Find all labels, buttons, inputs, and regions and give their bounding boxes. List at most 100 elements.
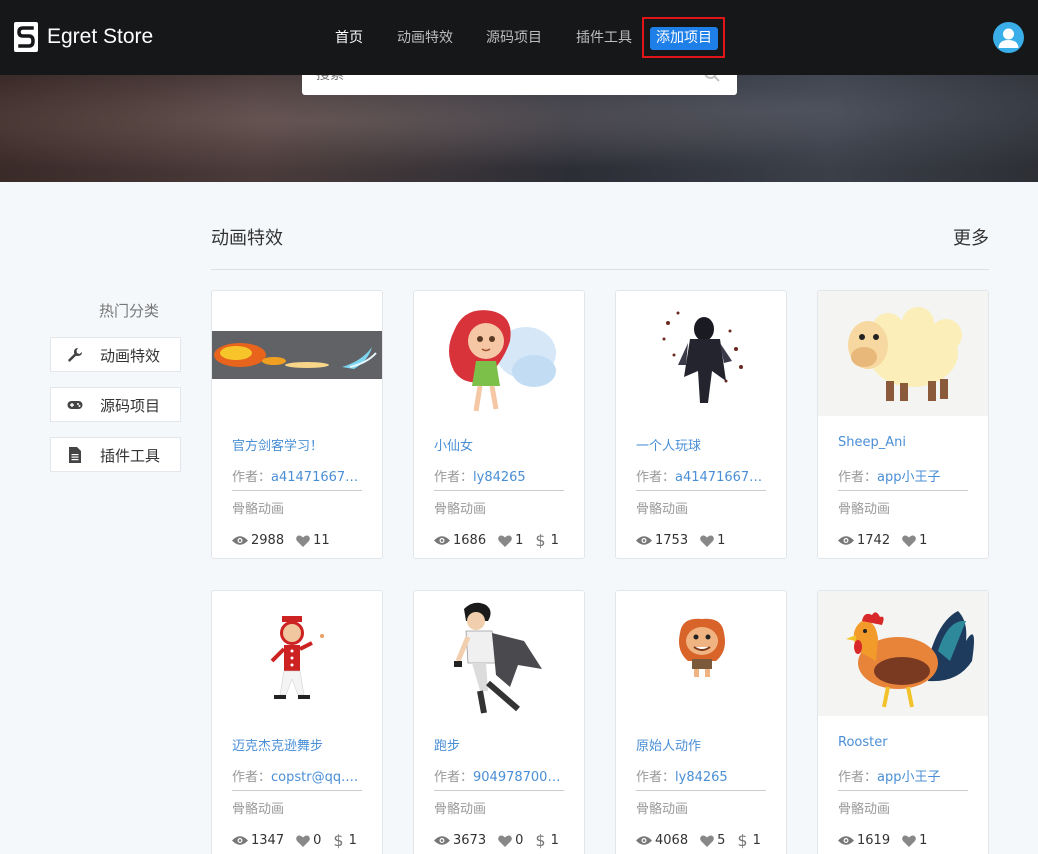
card-category: 骨骼动画	[838, 502, 891, 517]
views-count: 2988	[251, 533, 285, 548]
more-link[interactable]: 更多	[953, 224, 989, 250]
heart-icon	[498, 535, 512, 547]
nav-source-projects[interactable]: 源码项目	[486, 27, 542, 47]
project-card[interactable]: 原始人动作 作者：ly84265 骨骼动画 4068 5 $ 1	[615, 590, 787, 854]
heart-icon	[296, 535, 310, 547]
card-divider	[434, 490, 564, 491]
card-category: 骨骼动画	[232, 802, 285, 817]
author-link[interactable]: a41471667…	[271, 470, 358, 485]
card-thumbnail	[414, 291, 584, 416]
author-label: 作者：	[434, 470, 474, 485]
views-stat: 4068	[636, 833, 688, 848]
price-value: 1	[752, 833, 761, 848]
eye-icon	[636, 536, 652, 545]
views-stat: 1742	[838, 533, 890, 548]
eye-icon	[838, 536, 854, 545]
nav-home[interactable]: 首页	[335, 27, 363, 47]
views-stat: 1347	[232, 833, 284, 848]
likes-count: 5	[717, 833, 726, 848]
author-link[interactable]: 904978700…	[473, 770, 560, 785]
card-author: 作者：ly84265	[434, 466, 566, 485]
views-stat: 1619	[838, 833, 890, 848]
card-divider	[232, 790, 362, 791]
card-title[interactable]: 一个人玩球	[636, 435, 701, 454]
price-stat: $ 1	[535, 532, 558, 548]
card-author: 作者：a41471667…	[636, 466, 768, 485]
sidebar-item-animation[interactable]: 动画特效	[50, 337, 181, 372]
section-divider	[211, 269, 989, 270]
card-author: 作者：copstr@qq.…	[232, 766, 364, 785]
views-stat: 1753	[636, 533, 688, 548]
runner-image	[454, 602, 542, 714]
card-divider	[232, 490, 362, 491]
user-avatar[interactable]	[993, 22, 1024, 53]
eye-icon	[434, 836, 450, 845]
brand-logo[interactable]: Egret Store	[14, 22, 153, 52]
likes-stat: 1	[700, 533, 725, 548]
project-card[interactable]: 小仙女 作者：ly84265 骨骼动画 1686 1 $ 1	[413, 290, 585, 559]
heart-icon	[700, 835, 714, 847]
sidebar-item-source[interactable]: 源码项目	[50, 387, 181, 422]
project-card[interactable]: 跑步 作者：904978700… 骨骼动画 3673 0 $ 1	[413, 590, 585, 854]
heart-icon	[902, 835, 916, 847]
sidebar-item-label: 动画特效	[100, 347, 161, 365]
nav-animation[interactable]: 动画特效	[397, 27, 453, 47]
card-author: 作者：a41471667…	[232, 466, 364, 485]
project-card[interactable]: 官方剑客学习！ 作者：a41471667… 骨骼动画 2988 11	[211, 290, 383, 559]
likes-count: 0	[515, 833, 524, 848]
author-link[interactable]: ly84265	[473, 470, 526, 485]
sidebar-item-plugins[interactable]: 插件工具	[50, 437, 181, 472]
card-category: 骨骼动画	[434, 502, 487, 517]
price-stat: $ 1	[333, 830, 356, 850]
dollar-icon: $	[333, 830, 344, 850]
card-author: 作者：app小王子	[838, 466, 970, 485]
price-value: 1	[550, 833, 559, 848]
views-count: 1686	[453, 533, 487, 548]
card-title[interactable]: 跑步	[434, 735, 460, 754]
likes-count: 1	[717, 533, 726, 548]
card-title[interactable]: Rooster	[838, 735, 888, 750]
author-link[interactable]: app小王子	[877, 770, 940, 785]
project-card[interactable]: 一个人玩球 作者：a41471667… 骨骼动画 1753 1	[615, 290, 787, 559]
card-title[interactable]: 官方剑客学习！	[232, 435, 323, 454]
dancer-image	[270, 616, 324, 699]
sidebar-item-label: 源码项目	[100, 397, 161, 415]
likes-count: 1	[919, 833, 928, 848]
author-link[interactable]: app小王子	[877, 470, 940, 485]
likes-count: 1	[515, 533, 524, 548]
card-title[interactable]: 小仙女	[434, 435, 473, 454]
likes-count: 11	[313, 533, 330, 548]
author-link[interactable]: a41471667…	[675, 470, 762, 485]
heart-icon	[296, 835, 310, 847]
fairy-image	[449, 310, 556, 412]
card-stats: 1686 1 $ 1	[434, 532, 571, 548]
nav-plugin-tools[interactable]: 插件工具	[576, 27, 632, 47]
sidebar-title: 热门分类	[99, 302, 160, 320]
views-count: 1742	[857, 533, 891, 548]
sheep-image	[818, 291, 988, 416]
likes-stat: 5	[700, 833, 725, 848]
add-project-button[interactable]: 添加项目	[650, 27, 718, 50]
sidebar-item-label: 插件工具	[100, 447, 161, 465]
card-stats: 1619 1	[838, 833, 939, 848]
card-thumbnail	[818, 591, 988, 716]
card-title[interactable]: 原始人动作	[636, 735, 701, 754]
author-label: 作者：	[636, 770, 676, 785]
project-card[interactable]: Sheep_Ani 作者：app小王子 骨骼动画 1742 1	[817, 290, 989, 559]
project-card[interactable]: 迈克杰克逊舞步 作者：copstr@qq.… 骨骼动画 1347 0 $ 1	[211, 590, 383, 854]
wrench-icon	[68, 348, 82, 362]
project-card[interactable]: Rooster 作者：app小王子 骨骼动画 1619 1	[817, 590, 989, 854]
views-count: 1753	[655, 533, 689, 548]
card-title[interactable]: 迈克杰克逊舞步	[232, 735, 323, 754]
card-title[interactable]: Sheep_Ani	[838, 435, 906, 450]
author-link[interactable]: ly84265	[675, 770, 728, 785]
card-category: 骨骼动画	[434, 802, 487, 817]
dollar-icon: $	[535, 830, 546, 850]
heart-icon	[498, 835, 512, 847]
card-stats: 1347 0 $ 1	[232, 830, 369, 850]
author-link[interactable]: copstr@qq.…	[271, 770, 358, 785]
author-label: 作者：	[838, 770, 878, 785]
card-stats: 2988 11	[232, 533, 342, 548]
card-stats: 1742 1	[838, 533, 939, 548]
views-stat: 3673	[434, 833, 486, 848]
